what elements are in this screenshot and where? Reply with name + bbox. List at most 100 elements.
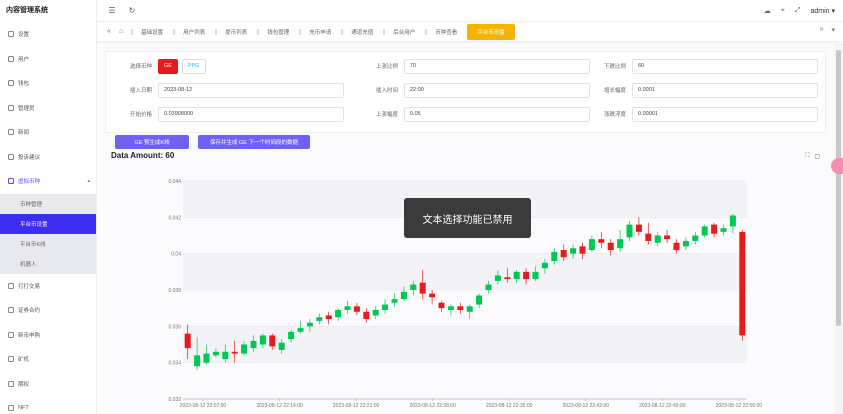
open-price-label: 开始价格 <box>129 112 152 118</box>
candle-body <box>729 215 736 227</box>
scrollbar-thumb[interactable] <box>836 50 841 326</box>
time-input[interactable]: 22:00 <box>404 82 590 98</box>
sidebar-item-6[interactable]: 虚拟币种 ▴ <box>0 169 96 194</box>
tab-1[interactable]: 用户列表 <box>173 24 215 40</box>
candle-body <box>626 224 633 238</box>
home-icon[interactable]: ⌂ <box>119 28 123 35</box>
app-root: 内容管理系统 设置 用户 钱包 管理员 新闻 投诉建议 虚拟币种 ▴ 币种管理 平台币设置 平台币K… <box>0 0 843 414</box>
candle-body <box>278 342 285 350</box>
save-image-icon[interactable]: ▢ <box>814 153 820 160</box>
submenu-item-3[interactable]: 机器人 <box>0 254 96 274</box>
open-price-row: 开始价格 0.03908000 <box>110 106 344 122</box>
x-tick-label: 2023-08-12 22:21:00 <box>333 403 380 409</box>
rise-range-label: 上涨幅度 <box>375 112 398 118</box>
sidebar-item-7[interactable]: 打打交易 <box>0 274 96 299</box>
tab-8[interactable]: 平台币设置 <box>467 23 515 40</box>
sidebar-item-4[interactable]: 新闻 <box>0 120 96 145</box>
candle-body <box>353 306 360 312</box>
candle-body <box>438 302 445 309</box>
refresh-icon[interactable]: ↻ <box>125 4 139 18</box>
sidebar-item-11[interactable]: 期权 <box>0 372 96 397</box>
fall-ratio-input[interactable]: 60 <box>632 58 818 74</box>
submenu: 币种管理 平台币设置 平台币K线 机器人 <box>0 193 96 274</box>
coin-option-1[interactable]: PPG <box>181 58 206 74</box>
tabs-prev-icon[interactable]: « <box>107 28 111 35</box>
candle-body <box>541 262 548 269</box>
candle-body <box>419 282 426 294</box>
tab-7[interactable]: 币种查看 <box>425 24 467 40</box>
coin-select-row: 选择币种 GE PPG <box>110 58 210 74</box>
sidebar-item-label: 投诉建议 <box>18 154 41 161</box>
sidebar-item-label: 新币申购 <box>18 332 41 339</box>
preview-kline-button[interactable]: GE 预生成K线 <box>115 135 189 149</box>
candle-body <box>607 242 614 251</box>
sidebar-item-10[interactable]: 矿机 <box>0 347 96 372</box>
submenu-item-2[interactable]: 平台币K线 <box>0 234 96 254</box>
sidebar-item-3[interactable]: 管理员 <box>0 96 96 121</box>
sidebar-item-label: 矿机 <box>18 357 30 364</box>
sidebar-item-8[interactable]: 证券合约 <box>0 298 96 323</box>
sidebar-item-label: 管理员 <box>18 105 35 112</box>
candle-body <box>363 311 370 320</box>
submenu-item-1[interactable]: 平台币设置 <box>0 213 96 234</box>
volatility-input[interactable]: 0.0001 <box>632 82 818 98</box>
chevron-up-icon: ▴ <box>87 178 90 185</box>
sidebar-item-2[interactable]: 钱包 <box>0 71 96 96</box>
scrollbar[interactable] <box>834 42 843 414</box>
menu-icon <box>8 178 14 185</box>
tab-6[interactable]: 后台用户 <box>383 24 425 40</box>
submenu-item-0[interactable]: 币种管理 <box>0 194 96 214</box>
candle-body <box>194 355 201 367</box>
open-price-input[interactable]: 0.03908000 <box>158 106 344 122</box>
date-input[interactable]: 2023-08-12 <box>158 82 344 98</box>
user-menu[interactable]: admin ▾ <box>810 7 835 15</box>
fullscreen-icon[interactable]: ⤢ <box>795 7 801 15</box>
grid-band <box>183 326 747 363</box>
sidebar-item-5[interactable]: 投诉建议 <box>0 145 96 170</box>
time-label: 插入时间 <box>375 88 398 94</box>
sidebar-item-label: 钱包 <box>18 81 30 88</box>
cloud-icon[interactable]: ☁ <box>764 7 771 15</box>
rise-range-input[interactable]: 0.05 <box>404 106 590 122</box>
sidebar-item-label: 证券合约 <box>18 308 41 315</box>
zoom-icon[interactable]: ⛶ <box>805 153 809 160</box>
tab-3[interactable]: 钱包管理 <box>257 24 299 40</box>
candle-body <box>598 239 605 243</box>
tab-list: 基础设置 用户列表 提币列表 钱包管理 充币申请 通道充值 后台用户 币种查看 平台币设置 <box>131 23 515 40</box>
menu-toggle-icon[interactable]: ☰ <box>105 4 119 18</box>
sidebar-item-label: 设置 <box>18 32 30 39</box>
menu-icon <box>8 356 14 363</box>
floating-helper-button[interactable] <box>831 158 843 174</box>
rise-ratio-input[interactable]: 70 <box>404 58 590 74</box>
y-tick-label: 0.044 <box>168 179 181 185</box>
candle-body <box>513 271 520 280</box>
coin-option-0[interactable]: GE <box>158 58 178 74</box>
candle-body <box>457 306 464 310</box>
float-input[interactable]: 0.00001 <box>632 106 818 122</box>
candle-body <box>410 284 417 290</box>
tabs-next-icon[interactable]: » <box>820 26 824 34</box>
tag-icon[interactable]: ⌖ <box>781 7 785 15</box>
sidebar-item-label: 期权 <box>18 381 30 388</box>
save-generate-button[interactable]: 保存并生成 GE 下一个时间段的数据 <box>198 135 310 149</box>
candle-body <box>250 340 257 349</box>
x-tick-label: 2023-08-12 22:42:00 <box>563 403 610 409</box>
tab-5[interactable]: 通道充值 <box>341 24 383 40</box>
menu-icon <box>8 331 14 338</box>
sidebar-item-1[interactable]: 用户 <box>0 47 96 72</box>
sidebar-item-12[interactable]: NFT <box>0 396 96 414</box>
tabs-dropdown-icon[interactable]: ▾ <box>831 26 835 34</box>
sidebar-item-0[interactable]: 设置 <box>0 22 96 47</box>
x-tick-label: 2023-08-12 22:56:00 <box>716 403 763 409</box>
sidebar-item-9[interactable]: 新币申购 <box>0 323 96 348</box>
candle-body <box>222 351 229 360</box>
chart-toolbox: ⛶ ▢ <box>805 153 820 160</box>
date-label: 插入日期 <box>129 88 152 94</box>
fall-ratio-row: 下跌比例 60 <box>584 58 818 74</box>
x-tick-label: 2023-08-12 22:07:00 <box>180 403 227 409</box>
candle-body <box>570 248 577 254</box>
tab-2[interactable]: 提币列表 <box>215 24 257 40</box>
x-tick-label: 2023-08-12 22:14:00 <box>256 403 303 409</box>
tab-4[interactable]: 充币申请 <box>299 24 341 40</box>
tab-0[interactable]: 基础设置 <box>131 24 173 40</box>
